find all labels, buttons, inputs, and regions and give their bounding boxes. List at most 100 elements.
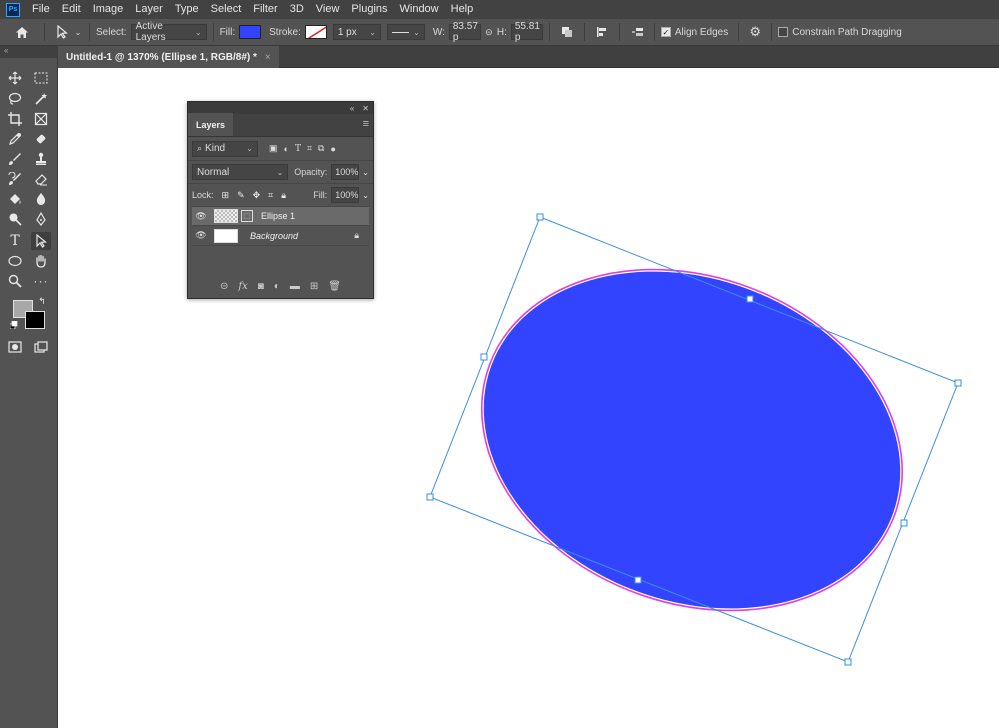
menu-3d[interactable]: 3D — [284, 0, 310, 19]
background-color-swatch[interactable] — [25, 311, 45, 329]
anchor-point[interactable] — [900, 519, 908, 527]
marquee-tool-icon[interactable] — [31, 69, 51, 87]
link-layers-icon[interactable]: ⊝ — [220, 281, 228, 292]
menu-type[interactable]: Type — [169, 0, 205, 19]
lock-all-icon[interactable]: 🔒︎ — [281, 190, 286, 201]
layer-row-background[interactable]: 👁︎ Background 🔒︎ — [192, 226, 369, 246]
filter-toggle-icon[interactable]: ● — [330, 144, 335, 154]
select-dropdown[interactable]: Active Layers ⌄ — [130, 21, 207, 43]
anchor-point[interactable] — [480, 353, 488, 361]
adjustment-layer-icon[interactable]: ◐ — [274, 281, 280, 292]
lock-transparency-icon[interactable]: ⊞ — [222, 190, 230, 201]
close-icon[interactable]: × — [265, 52, 271, 63]
menu-filter[interactable]: Filter — [247, 0, 283, 19]
align-edges-checkbox[interactable]: ✓ — [660, 27, 671, 37]
type-tool-icon[interactable]: T — [5, 232, 25, 250]
chevron-down-icon[interactable]: ⌄ — [362, 168, 369, 177]
new-layer-icon[interactable]: ⊞ — [310, 281, 318, 292]
menu-plugins[interactable]: Plugins — [345, 0, 393, 19]
blend-mode-select[interactable]: Normal ⌄ — [192, 164, 289, 180]
link-icon[interactable]: ⊝ — [481, 27, 497, 38]
anchor-point[interactable] — [746, 295, 754, 303]
layer-filter-kind[interactable]: ⌕ Kind ⌄ — [192, 140, 258, 157]
tab-layers[interactable]: Layers — [188, 113, 234, 136]
brush-tool-icon[interactable] — [5, 150, 25, 168]
lasso-tool-icon[interactable] — [5, 90, 25, 108]
quick-mask-icon[interactable] — [5, 338, 25, 356]
layer-name[interactable]: Ellipse 1 — [261, 211, 295, 221]
new-group-icon[interactable]: ▬ — [290, 281, 300, 292]
healing-brush-tool-icon[interactable] — [31, 130, 51, 148]
pen-tool-icon[interactable] — [31, 210, 51, 228]
stroke-swatch[interactable] — [304, 25, 327, 39]
crop-tool-icon[interactable] — [5, 110, 25, 128]
ellipse-tool-icon[interactable] — [5, 252, 25, 270]
toolbar-collapse[interactable]: « — [0, 46, 58, 58]
close-panel-icon[interactable]: ✕ — [362, 104, 369, 113]
width-field[interactable]: 83.57 p — [448, 21, 481, 43]
filter-smart-object-icon[interactable]: ⧉ — [318, 143, 324, 154]
add-mask-icon[interactable]: ◙ — [258, 281, 264, 292]
menu-window[interactable]: Window — [394, 0, 445, 19]
menu-help[interactable]: Help — [445, 0, 480, 19]
eyedropper-tool-icon[interactable] — [5, 130, 25, 148]
visibility-eye-icon[interactable]: 👁︎ — [192, 230, 210, 241]
filter-type-icon[interactable]: T — [295, 144, 301, 154]
filter-shape-icon[interactable]: ⌗ — [307, 143, 312, 154]
layer-name[interactable]: Background — [250, 231, 298, 241]
path-operations-icon[interactable] — [556, 26, 578, 38]
history-brush-tool-icon[interactable] — [5, 170, 25, 188]
hand-tool-icon[interactable] — [31, 252, 51, 270]
path-alignment-icon[interactable] — [591, 26, 613, 38]
fill-swatch[interactable] — [239, 25, 262, 39]
layer-row-ellipse-1[interactable]: 👁︎ ⬚ Ellipse 1 — [192, 206, 369, 226]
move-tool-icon[interactable] — [5, 69, 25, 87]
home-icon[interactable] — [6, 26, 38, 39]
swap-colors-icon[interactable]: ↰ — [37, 296, 47, 306]
ellipse-shape[interactable] — [435, 214, 949, 665]
transform-handle[interactable] — [954, 379, 962, 387]
collapse-panel-icon[interactable]: « — [350, 104, 354, 113]
menu-view[interactable]: View — [310, 0, 346, 19]
transform-handle[interactable] — [426, 493, 434, 501]
chevron-down-icon[interactable]: ⌄ — [73, 28, 83, 37]
lock-artboard-icon[interactable]: ⌗ — [268, 190, 273, 201]
fx-icon[interactable]: fx — [238, 281, 247, 292]
stroke-type-select[interactable]: ⌄ — [386, 24, 425, 40]
frame-tool-icon[interactable] — [31, 110, 51, 128]
height-field[interactable]: 55.81 p — [510, 21, 543, 43]
dodge-tool-icon[interactable] — [5, 210, 25, 228]
menu-edit[interactable]: Edit — [56, 0, 87, 19]
visibility-eye-icon[interactable]: 👁︎ — [192, 211, 210, 222]
paint-bucket-tool-icon[interactable] — [5, 190, 25, 208]
transform-handle[interactable] — [536, 213, 544, 221]
gear-icon[interactable]: ⚙ — [745, 24, 765, 40]
panel-menu-icon[interactable]: ≡ — [363, 113, 373, 136]
menu-image[interactable]: Image — [87, 0, 130, 19]
path-arrangement-icon[interactable] — [626, 26, 648, 38]
zoom-tool-icon[interactable] — [5, 272, 25, 290]
blur-tool-icon[interactable] — [31, 190, 51, 208]
filter-adjustment-icon[interactable]: ◐ — [284, 144, 289, 154]
magic-wand-tool-icon[interactable] — [31, 90, 51, 108]
direct-selection-tool-icon[interactable] — [31, 232, 51, 250]
fill-field[interactable]: 100% — [331, 187, 360, 203]
constrain-path-checkbox[interactable] — [778, 27, 789, 37]
lock-pixels-icon[interactable]: ✎ — [237, 190, 245, 201]
default-colors-icon[interactable] — [9, 320, 19, 330]
anchor-point[interactable] — [634, 576, 642, 584]
menu-layer[interactable]: Layer — [129, 0, 169, 19]
screen-mode-icon[interactable] — [31, 338, 51, 356]
opacity-field[interactable]: 100% — [331, 164, 360, 180]
menu-select[interactable]: Select — [205, 0, 248, 19]
trash-icon[interactable]: 🗑︎ — [328, 281, 341, 292]
document-tab[interactable]: Untitled-1 @ 1370% (Ellipse 1, RGB/8#) *… — [58, 46, 279, 68]
eraser-tool-icon[interactable] — [31, 170, 51, 188]
chevron-down-icon[interactable]: ⌄ — [362, 191, 369, 200]
filter-pixel-icon[interactable]: ▣ — [269, 143, 278, 154]
clone-stamp-tool-icon[interactable] — [31, 150, 51, 168]
direct-selection-tool-icon[interactable] — [51, 25, 73, 39]
stroke-width-select[interactable]: 1 px ⌄ — [332, 24, 381, 40]
lock-position-icon[interactable]: ✥ — [253, 190, 261, 201]
menu-file[interactable]: File — [26, 0, 56, 19]
